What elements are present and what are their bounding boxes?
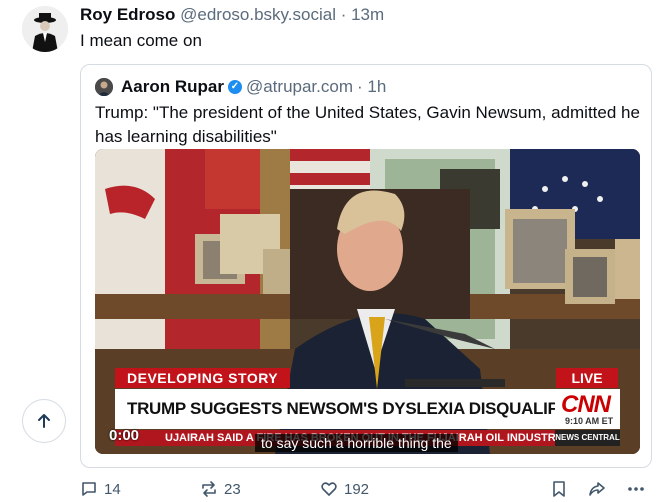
share-icon (589, 482, 605, 496)
post-text: I mean come on (80, 31, 202, 50)
author-handle[interactable]: @edroso.bsky.social (180, 5, 336, 24)
like-icon (321, 482, 337, 496)
quote-text: Trump: "The president of the United Stat… (95, 103, 640, 146)
author-name[interactable]: Roy Edroso (80, 5, 175, 24)
live-badge: LIVE (556, 368, 618, 388)
video-player[interactable]: DEVELOPING STORY LIVE TRUMP SUGGESTS NEW… (95, 149, 640, 454)
reply-icon (82, 482, 96, 496)
chyron-developing-story: DEVELOPING STORY (115, 368, 291, 388)
chyron-headline: TRUMP SUGGESTS NEWSOM'S DYSLEXIA DISQUAL… (115, 389, 555, 429)
like-count: 192 (344, 480, 370, 498)
post-time[interactable]: · 13m (341, 5, 384, 24)
author-avatar[interactable] (22, 6, 68, 52)
bookmark-icon (553, 481, 565, 497)
repost-button[interactable]: 23 (200, 480, 241, 498)
repost-count: 23 (224, 480, 241, 498)
quote-author-name[interactable]: Aaron Rupar (121, 77, 224, 97)
quote-author-handle[interactable]: @atrupar.com (246, 77, 353, 97)
repost-icon (202, 481, 216, 497)
feed-post[interactable]: Roy Edroso @edroso.bsky.social · 13m I m… (0, 0, 670, 500)
post-header: Roy Edroso @edroso.bsky.social · 13m (80, 5, 384, 25)
verified-badge-icon: ✓ (227, 80, 242, 94)
network-bug: CNN 9:10 AM ET (555, 389, 620, 429)
post-actions: 14 23 192 (80, 480, 652, 502)
scroll-up-icon (38, 414, 50, 428)
more-options-button[interactable] (626, 480, 652, 498)
cnn-logo: CNN (561, 391, 611, 418)
video-caption: to say such a horrible thing the (255, 434, 458, 452)
network-time: 9:10 AM ET (565, 416, 614, 426)
quote-author-avatar[interactable] (95, 78, 113, 96)
reply-button[interactable]: 14 (80, 480, 121, 498)
reply-count: 14 (104, 480, 121, 498)
quote-time[interactable]: · 1h (357, 77, 386, 97)
share-button[interactable] (588, 480, 612, 498)
ticker-brand: NEWS CENTRAL (555, 430, 620, 446)
quoted-post[interactable]: Aaron Rupar ✓ @atrupar.com · 1h Trump: "… (80, 64, 652, 468)
more-icon (628, 487, 644, 491)
like-button[interactable]: 192 (320, 480, 369, 498)
bookmark-button[interactable] (550, 480, 574, 498)
quote-header: Aaron Rupar ✓ @atrupar.com · 1h (95, 77, 386, 97)
scroll-to-top-button[interactable] (22, 399, 66, 443)
video-timestamp: 0:00 (109, 427, 140, 444)
